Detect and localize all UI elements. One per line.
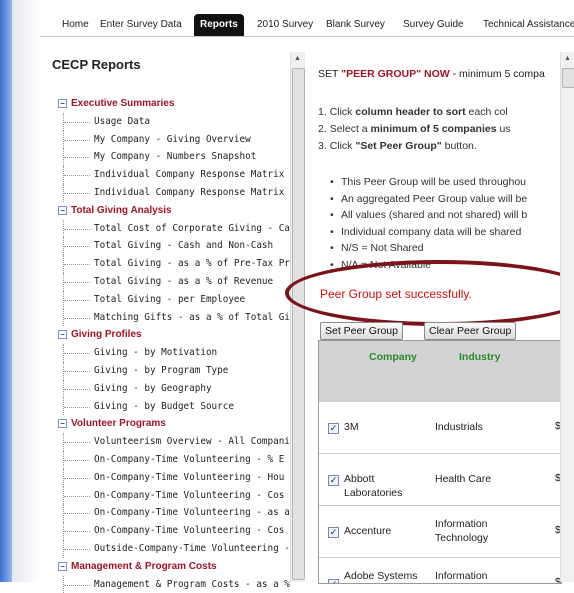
set-peer-group-button[interactable]: Set Peer Group: [320, 322, 403, 340]
tree-item[interactable]: Usage Data: [63, 112, 290, 131]
tree-item[interactable]: Giving - by Budget Source: [63, 397, 290, 416]
note-item: An aggregated Peer Group value will be: [330, 191, 527, 208]
notes-list: This Peer Group will be used throughouAn…: [330, 174, 527, 273]
tree-item[interactable]: On-Company-Time Volunteering - % E: [63, 450, 290, 469]
scroll-thumb[interactable]: [562, 68, 574, 88]
tab-enter-survey-data[interactable]: Enter Survey Data: [100, 14, 182, 36]
tab-technical-assistance[interactable]: Technical Assistance: [483, 14, 574, 36]
row-checkbox[interactable]: ✓: [328, 423, 339, 434]
scroll-up-icon[interactable]: ▲: [294, 55, 301, 62]
row-checkbox[interactable]: ✓: [328, 527, 339, 538]
note-item: All values (shared and not shared) will …: [330, 207, 527, 224]
tree-category-label: Executive Summaries: [71, 98, 175, 109]
page-margin: [12, 0, 40, 582]
tree-item[interactable]: Matching Gifts - as a % of Total Giving: [63, 308, 290, 327]
tree-category-label: Total Giving Analysis: [71, 204, 172, 216]
table-header: Company Industry: [319, 341, 561, 401]
tree-item[interactable]: On-Company-Time Volunteering - as a: [63, 504, 290, 523]
tree-item[interactable]: Total Giving - as a % of Pre-Tax Profit: [63, 255, 290, 273]
tree-item[interactable]: Total Giving - per Employee: [63, 290, 290, 309]
success-message: Peer Group set successfully.: [320, 287, 472, 301]
tree-item[interactable]: My Company - Giving Overview: [63, 130, 290, 149]
tree-item[interactable]: Giving - by Geography: [63, 379, 290, 398]
tree-category-label: Volunteer Programs: [71, 418, 166, 430]
tree-category[interactable]: − Executive Summaries: [58, 95, 290, 113]
top-nav: Home Enter Survey Data Reports 2010 Surv…: [40, 14, 574, 37]
instruction-steps: 1. Click column header to sort each col 2…: [318, 104, 511, 155]
company-name: 3M: [344, 421, 359, 433]
tree-category[interactable]: − Volunteer Programs: [58, 415, 290, 433]
tree-category[interactable]: − Total Giving Analysis: [58, 202, 290, 220]
note-item: This Peer Group will be used throughou: [330, 174, 527, 191]
tree-item[interactable]: Total Giving - as a % of Revenue: [63, 272, 290, 291]
tree-item[interactable]: Management & Program Costs - as a %: [63, 575, 290, 593]
tree-category-label: Management & Program Costs: [71, 560, 217, 572]
company-name: Abbott Laboratories: [344, 473, 403, 499]
industry-name: Health Care: [435, 473, 492, 485]
scroll-thumb[interactable]: [292, 68, 305, 580]
collapse-icon[interactable]: −: [58, 330, 67, 340]
tree-item[interactable]: On-Company-Time Volunteering - Cos: [63, 522, 290, 540]
tab-2010-survey[interactable]: 2010 Survey: [257, 14, 313, 36]
collapse-icon[interactable]: −: [58, 561, 67, 571]
tab-home[interactable]: Home: [62, 14, 89, 36]
industry-name: Information Technology: [435, 518, 489, 544]
instruction-step: 1. Click column header to sort each col: [318, 106, 508, 118]
window-edge: [0, 0, 12, 582]
collapse-icon[interactable]: −: [58, 205, 67, 215]
note-item: Individual company data will be shared: [330, 224, 527, 241]
table-row: ✓ Accenture Information Technology $: [319, 505, 561, 557]
tree-category[interactable]: − Management & Program Costs: [58, 558, 290, 576]
right-scrollbar[interactable]: ▲: [560, 52, 574, 582]
tree-item[interactable]: On-Company-Time Volunteering - Hou: [63, 468, 290, 487]
instruction-step: 3. Click "Set Peer Group" button.: [318, 140, 477, 152]
industry-name: Industrials: [435, 421, 483, 433]
set-peer-group-instruction: SET "PEER GROUP" NOW - minimum 5 compa: [318, 68, 545, 80]
tree-category-label: Giving Profiles: [71, 329, 142, 341]
left-scrollbar[interactable]: ▲: [290, 52, 305, 582]
tree-item[interactable]: Giving - by Motivation: [63, 344, 290, 362]
table-row: ✓ Abbott Laboratories Health Care $: [319, 453, 561, 505]
tab-survey-guide[interactable]: Survey Guide: [403, 14, 464, 36]
row-checkbox[interactable]: ✓: [328, 475, 339, 486]
tree-item[interactable]: My Company - Numbers Snapshot: [63, 148, 290, 167]
table-row: ✓ 3M Industrials $: [319, 401, 561, 453]
table-row: ✓Adobe Systems IncorporatedInformation T…: [319, 557, 561, 583]
column-header-industry[interactable]: Industry: [459, 351, 500, 363]
collapse-icon[interactable]: −: [58, 98, 67, 108]
reports-tree: − Executive Summaries Usage Data My Company…: [58, 95, 290, 593]
tree-item[interactable]: Outside-Company-Time Volunteering -: [63, 539, 290, 558]
companies-table: Company Industry ✓ 3M Industrials $ ✓ Abbott …: [318, 340, 562, 584]
tree-item[interactable]: Total Cost of Corporate Giving - Categ: [63, 219, 290, 238]
scroll-up-icon[interactable]: ▲: [564, 55, 571, 62]
tree-category[interactable]: − Giving Profiles: [58, 326, 290, 344]
tree-item[interactable]: Volunteerism Overview - All Companie: [63, 433, 290, 451]
tree-item[interactable]: Giving - by Program Type: [63, 361, 290, 380]
note-item: N/S = Not Shared: [330, 240, 527, 257]
tree-item[interactable]: On-Company-Time Volunteering - Cos: [63, 486, 290, 505]
tree-item[interactable]: Individual Company Response Matrix -: [63, 183, 290, 202]
company-name: Accenture: [344, 525, 392, 537]
collapse-icon[interactable]: −: [58, 419, 67, 429]
tree-item[interactable]: Total Giving - Cash and Non-Cash: [63, 237, 290, 256]
tree-item[interactable]: Individual Company Response Matrix: [63, 166, 290, 184]
column-header-company[interactable]: Company: [369, 351, 417, 363]
tab-blank-survey[interactable]: Blank Survey: [326, 14, 385, 36]
clear-peer-group-button[interactable]: Clear Peer Group: [424, 322, 517, 340]
tab-reports[interactable]: Reports: [194, 14, 244, 36]
instruction-step: 2. Select a minimum of 5 companies us: [318, 123, 511, 135]
reports-title: CECP Reports: [52, 57, 141, 72]
